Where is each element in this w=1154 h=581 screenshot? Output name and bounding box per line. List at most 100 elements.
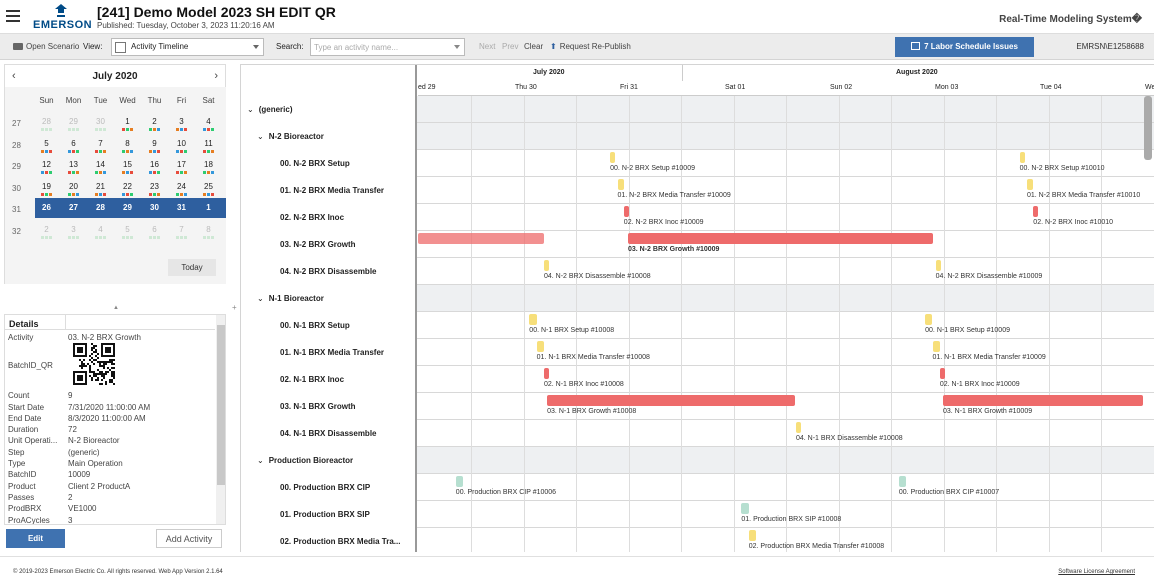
activity-bar[interactable] xyxy=(939,368,945,379)
timeline-scrollbar[interactable] xyxy=(1144,96,1152,552)
group-label[interactable]: ⌄ N-2 Bioreactor xyxy=(257,132,324,141)
collapse-arrow-icon[interactable]: ▲ xyxy=(113,305,119,311)
chevron-down-icon[interactable]: ⌄ xyxy=(257,132,264,141)
chevron-down-icon[interactable]: ⌄ xyxy=(247,105,254,114)
calendar-day[interactable]: 22 xyxy=(114,182,141,196)
search-dropdown-icon[interactable] xyxy=(454,45,460,49)
calendar-day[interactable]: 30 xyxy=(141,203,168,212)
calendar-day[interactable]: 25 xyxy=(195,182,222,196)
calendar-day[interactable]: 2 xyxy=(33,225,60,239)
group-label[interactable]: ⌄ Production Bioreactor xyxy=(257,456,353,465)
calendar-day[interactable]: 1 xyxy=(114,117,141,131)
calendar-day[interactable]: 29 xyxy=(60,117,87,131)
calendar-day[interactable]: 17 xyxy=(168,160,195,174)
calendar-day-number: 16 xyxy=(150,160,159,169)
activity-bar[interactable] xyxy=(943,395,1143,406)
calendar-day[interactable]: 4 xyxy=(87,225,114,239)
calendar-day[interactable]: 14 xyxy=(87,160,114,174)
calendar-day[interactable]: 21 xyxy=(87,182,114,196)
activity-bar[interactable] xyxy=(547,395,795,406)
activity-bar[interactable] xyxy=(418,233,544,244)
calendar-day[interactable]: 6 xyxy=(60,139,87,153)
calendar-day[interactable]: 20 xyxy=(60,182,87,196)
activity-bar[interactable] xyxy=(935,260,941,271)
calendar-day[interactable]: 28 xyxy=(87,203,114,212)
activity-bar[interactable] xyxy=(796,422,801,433)
today-button[interactable]: Today xyxy=(168,259,216,276)
calendar-day[interactable]: 8 xyxy=(195,225,222,239)
calendar-day[interactable]: 2 xyxy=(141,117,168,131)
calendar-day[interactable]: 24 xyxy=(168,182,195,196)
details-scrollbar[interactable] xyxy=(216,315,225,524)
details-title: Details xyxy=(9,319,39,329)
activity-bar[interactable] xyxy=(544,260,549,271)
details-row: Unit Operati... N-2 Bioreactor xyxy=(5,436,215,447)
calendar-day[interactable]: 18 xyxy=(195,160,222,174)
calendar-day[interactable]: 13 xyxy=(60,160,87,174)
calendar-day[interactable]: 7 xyxy=(168,225,195,239)
calendar-day[interactable]: 12 xyxy=(33,160,60,174)
clear-button[interactable]: Clear xyxy=(524,42,543,51)
timeline-scroll-thumb[interactable] xyxy=(1144,96,1152,160)
search-input[interactable] xyxy=(310,38,465,56)
calendar-day[interactable]: 7 xyxy=(87,139,114,153)
calendar-day-markers xyxy=(195,149,222,153)
activity-bar[interactable] xyxy=(741,503,749,514)
calendar-next-icon[interactable]: › xyxy=(214,70,218,82)
calendar-day[interactable]: 5 xyxy=(114,225,141,239)
edit-button[interactable]: Edit xyxy=(6,529,65,548)
calendar-day[interactable]: 30 xyxy=(87,117,114,131)
calendar-day[interactable]: 27 xyxy=(60,203,87,212)
activity-bar[interactable] xyxy=(623,206,629,217)
calendar-day[interactable]: 4 xyxy=(195,117,222,131)
activity-bar[interactable] xyxy=(610,152,616,163)
activity-bar[interactable] xyxy=(748,530,757,541)
prev-button[interactable]: Prev xyxy=(502,42,518,51)
license-link[interactable]: Software License Agreement xyxy=(1058,569,1135,575)
calendar-day-markers xyxy=(60,192,87,196)
activity-bar[interactable] xyxy=(617,179,624,190)
activity-bar[interactable] xyxy=(925,314,933,325)
activity-bar[interactable] xyxy=(932,341,940,352)
open-scenario-button[interactable]: Open Scenario xyxy=(13,42,79,51)
activity-bar[interactable] xyxy=(1033,206,1039,217)
calendar-day[interactable]: 5 xyxy=(33,139,60,153)
activity-bar-label: 03. N-1 BRX Growth #10008 xyxy=(547,408,637,415)
calendar-day[interactable]: 10 xyxy=(168,139,195,153)
calendar-day[interactable]: 23 xyxy=(141,182,168,196)
republish-button[interactable]: ⬆ Request Re-Publish xyxy=(550,42,631,51)
calendar-day[interactable]: 29 xyxy=(114,203,141,212)
calendar-day[interactable]: 8 xyxy=(114,139,141,153)
calendar-day[interactable]: 1 xyxy=(195,203,222,212)
labor-issues-button[interactable]: 7 Labor Schedule Issues xyxy=(895,37,1034,57)
calendar-day[interactable]: 31 xyxy=(168,203,195,212)
chevron-down-icon[interactable]: ⌄ xyxy=(257,456,264,465)
activity-bar[interactable] xyxy=(536,341,544,352)
calendar-day[interactable]: 11 xyxy=(195,139,222,153)
calendar-day[interactable]: 6 xyxy=(141,225,168,239)
view-select[interactable]: Activity Timeline xyxy=(111,38,264,56)
activity-bar[interactable] xyxy=(898,476,907,487)
next-button[interactable]: Next xyxy=(479,42,495,51)
menu-icon[interactable] xyxy=(6,10,20,22)
calendar-day[interactable]: 26 xyxy=(33,203,60,212)
calendar-day[interactable]: 3 xyxy=(60,225,87,239)
activity-bar[interactable] xyxy=(529,314,537,325)
activity-bar[interactable] xyxy=(455,476,464,487)
details-scroll-thumb[interactable] xyxy=(217,325,225,485)
activity-bar[interactable] xyxy=(544,368,549,379)
activity-bar[interactable] xyxy=(1027,179,1034,190)
splitter-handle[interactable]: + xyxy=(232,303,237,312)
activity-bar[interactable] xyxy=(628,233,933,244)
calendar-day[interactable]: 16 xyxy=(141,160,168,174)
add-activity-button[interactable]: Add Activity xyxy=(156,529,222,548)
calendar-day[interactable]: 15 xyxy=(114,160,141,174)
chevron-down-icon[interactable]: ⌄ xyxy=(257,294,264,303)
calendar-day[interactable]: 9 xyxy=(141,139,168,153)
group-label[interactable]: ⌄ (generic) xyxy=(247,105,293,114)
activity-bar[interactable] xyxy=(1019,152,1025,163)
group-label[interactable]: ⌄ N-1 Bioreactor xyxy=(257,294,324,303)
calendar-day[interactable]: 28 xyxy=(33,117,60,131)
calendar-day[interactable]: 19 xyxy=(33,182,60,196)
calendar-day[interactable]: 3 xyxy=(168,117,195,131)
